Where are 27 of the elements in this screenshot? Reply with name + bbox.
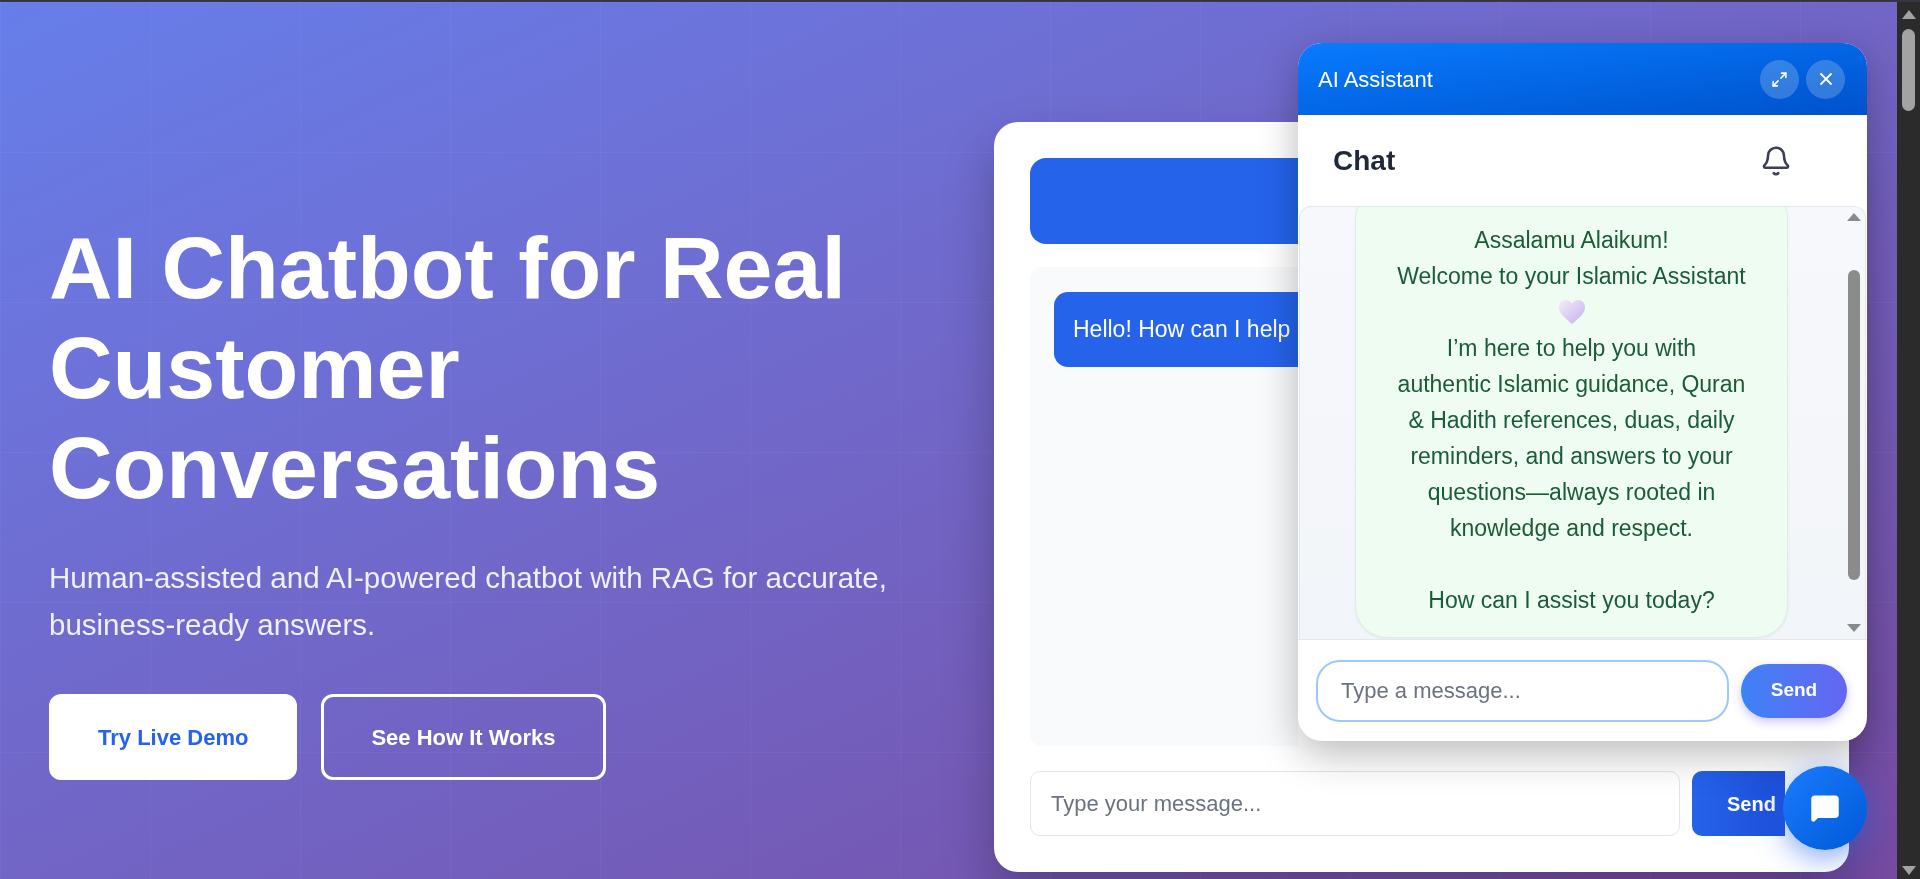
scrollbar-thumb[interactable] (1902, 29, 1915, 111)
hero-title: AI Chatbot for Real Customer Conversations (49, 218, 847, 518)
widget-title: AI Assistant (1318, 65, 1433, 94)
send-button[interactable]: Send (1692, 771, 1785, 836)
question-text: How can I assist you today? (1428, 586, 1715, 615)
chat-message: Hello! How can I help (1054, 292, 1298, 367)
expand-button[interactable] (1760, 59, 1799, 99)
chat-heading: Chat (1333, 143, 1396, 178)
message-text: I’m here to help you with authentic Islamic guidance, Quran & Hadith references, duas, daily reminders, and answers to your questions—always rooted in knowledge and respect. (1397, 334, 1746, 543)
scroll-up-icon[interactable] (1847, 213, 1861, 221)
speech-bubble-icon (1810, 793, 1840, 823)
widget-send-button[interactable]: Send (1741, 663, 1847, 718)
scroll-down-icon[interactable] (1847, 624, 1861, 632)
welcome-text: Welcome to your Islamic Assistant (1397, 262, 1746, 291)
bell-icon[interactable] (1760, 144, 1792, 177)
close-button[interactable] (1806, 59, 1845, 99)
scrollbar-thumb[interactable] (1848, 270, 1860, 580)
message-input[interactable]: Type your message... (1030, 771, 1680, 836)
greeting-text: Assalamu Alaikum! (1474, 226, 1669, 255)
expand-icon (1771, 70, 1788, 88)
hero-subtitle: Human-assisted and AI-powered chatbot with RAG for accurate, business-ready answers. (49, 560, 888, 643)
try-demo-button[interactable]: Try Live Demo (49, 694, 298, 780)
widget-message-input[interactable]: Type a message... (1316, 659, 1729, 722)
scroll-up-icon[interactable] (1901, 10, 1916, 19)
how-it-works-button[interactable]: See How It Works (321, 694, 606, 780)
heart-icon (1558, 300, 1585, 324)
scroll-down-icon[interactable] (1901, 866, 1916, 875)
